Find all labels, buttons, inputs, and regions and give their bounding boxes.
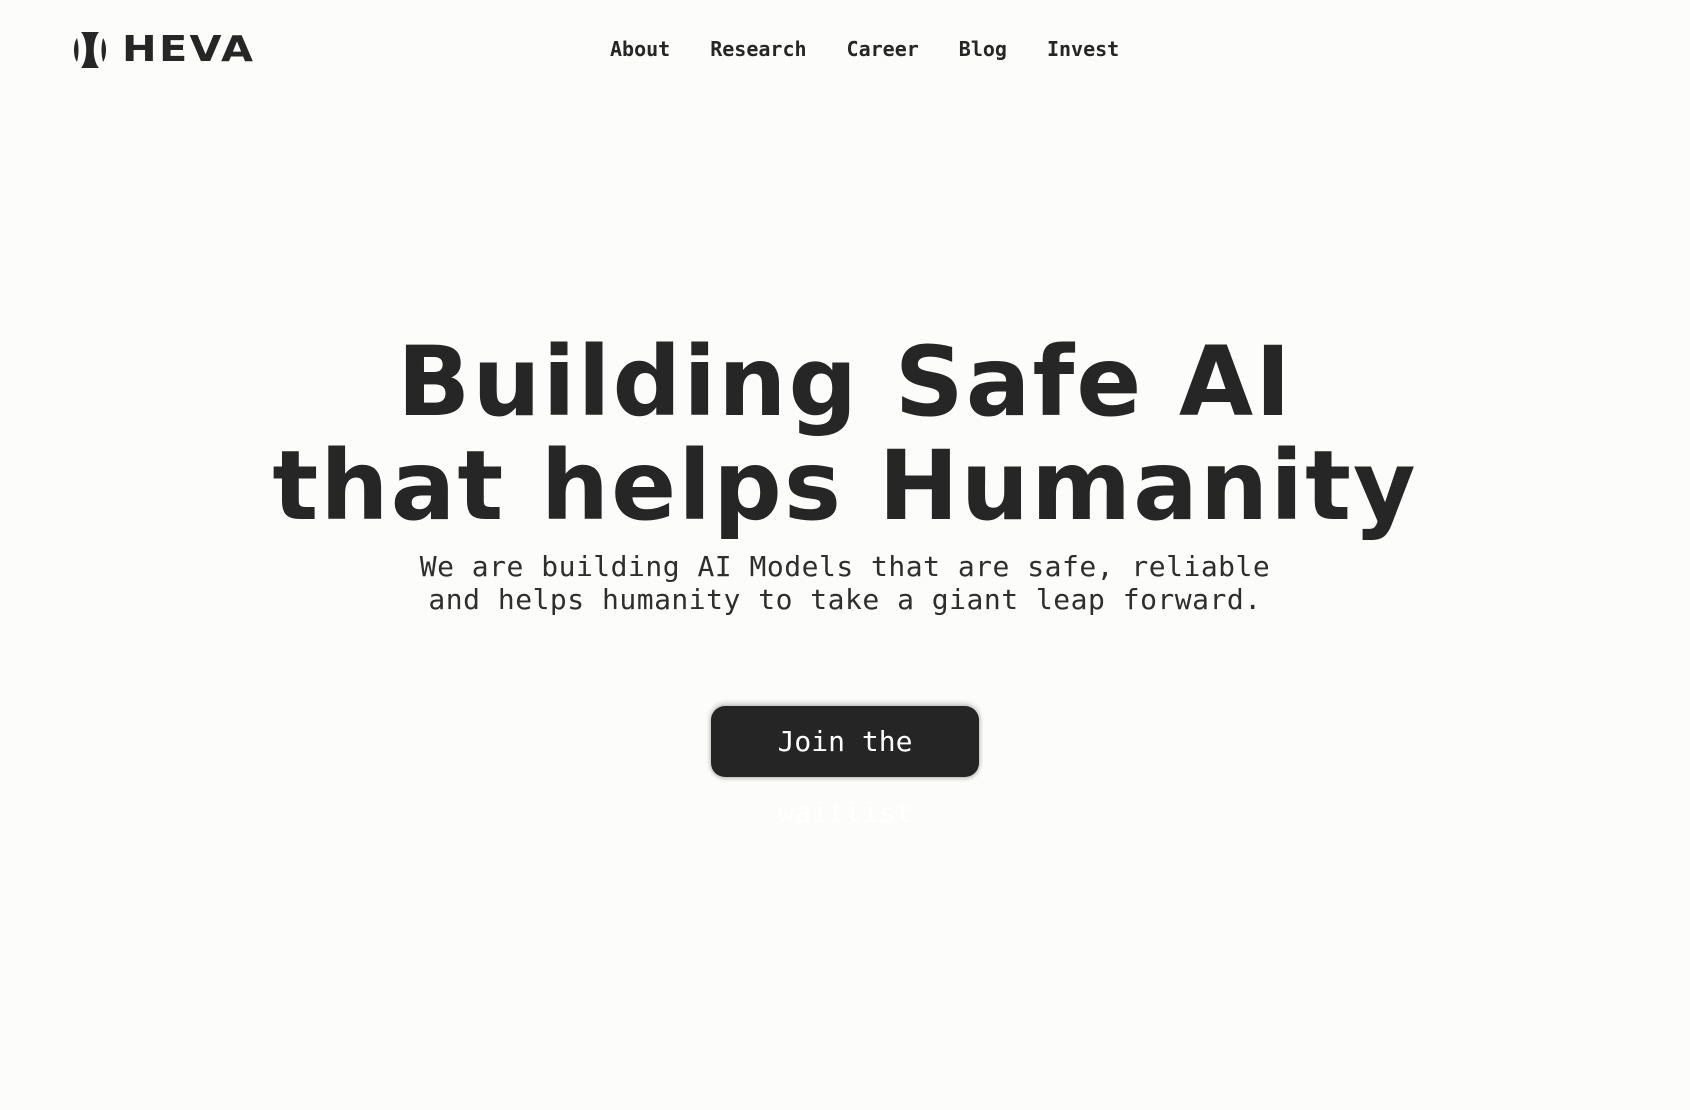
landing-page: HEVA About Research Career Blog Invest B…	[0, 0, 1690, 1110]
join-waitlist-button[interactable]: Join the waitlist	[711, 706, 979, 829]
hero-section: Building Safe AI that helps Humanity We …	[0, 330, 1690, 616]
hero-title-line-2: that helps Humanity	[272, 430, 1418, 542]
nav-invest-link[interactable]: Invest	[1027, 36, 1139, 62]
hero-title: Building Safe AI that helps Humanity	[0, 330, 1690, 538]
site-header: HEVA About Research Career Blog Invest	[0, 0, 1690, 100]
brand-name: HEVA	[122, 29, 256, 70]
nav-blog-link[interactable]: Blog	[939, 36, 1027, 62]
hero-title-line-1: Building Safe AI	[397, 326, 1293, 438]
nav-career-link[interactable]: Career	[827, 36, 939, 62]
nav-about-link[interactable]: About	[590, 36, 690, 62]
main-nav: About Research Career Blog Invest	[590, 36, 1139, 62]
brand-logo-link[interactable]: HEVA	[72, 30, 253, 70]
heva-logo-icon	[74, 32, 106, 68]
hero-subtitle: We are building AI Models that are safe,…	[419, 550, 1271, 616]
nav-research-link[interactable]: Research	[690, 36, 826, 62]
